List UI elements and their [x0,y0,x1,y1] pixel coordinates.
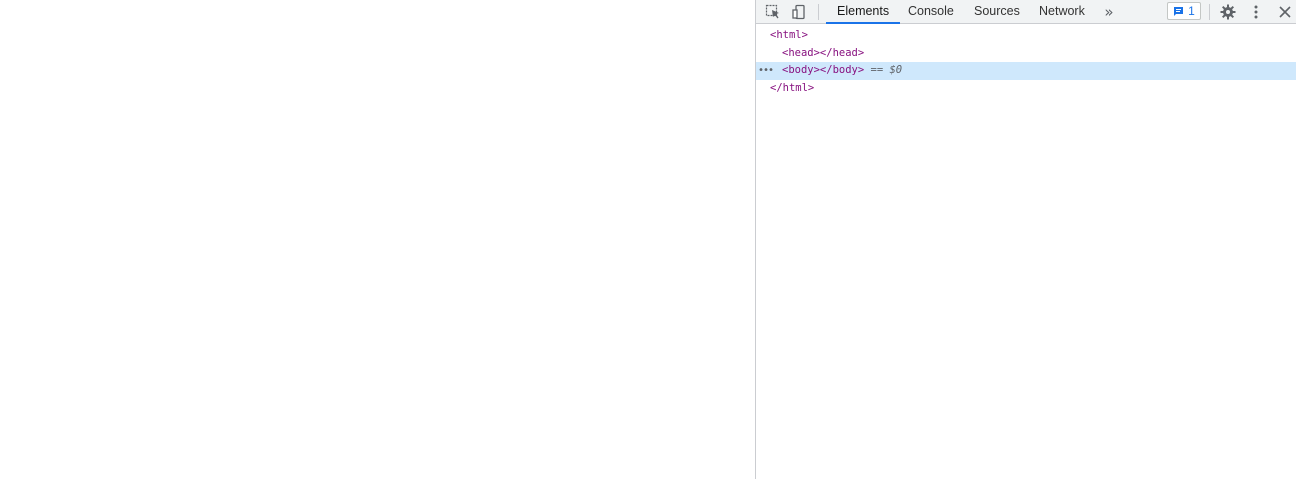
dom-node-body[interactable]: ••• <body></body> == $0 [756,62,1296,80]
issues-icon [1173,6,1184,17]
tab-network[interactable]: Network [1028,0,1096,24]
toolbar-divider [818,4,819,20]
dom-node-head[interactable]: <head></head> [756,45,1296,63]
settings-gear-icon[interactable] [1219,3,1237,21]
dom-node-html-open[interactable]: <html> [756,27,1296,45]
tab-sources[interactable]: Sources [963,0,1031,24]
more-vertical-icon[interactable] [1247,3,1265,21]
dom-tree: <html> <head></head> ••• <body></body> =… [756,27,1296,97]
close-icon[interactable] [1276,3,1294,21]
row-menu-icon[interactable]: ••• [758,62,774,80]
dom-tag-head: <head></head> [782,46,865,59]
toolbar-divider-right [1209,4,1210,20]
dom-tag-html-close: </html> [770,81,815,94]
tab-elements[interactable]: Elements [826,0,901,24]
dom-tag-html-open: <html> [770,29,808,41]
page-viewport [0,0,755,479]
devtools-toolbar: Elements Console Sources Network » 1 [756,0,1296,24]
tab-console[interactable]: Console [897,0,965,24]
more-tabs-chevron-icon[interactable]: » [1100,3,1118,21]
device-toolbar-icon[interactable] [790,3,808,21]
dom-tag-body: <body></body> [782,64,865,76]
issues-button[interactable]: 1 [1167,2,1201,20]
dom-node-html-close[interactable]: </html> [756,80,1296,98]
selected-node-marker: == $0 [870,64,903,76]
inspect-element-icon[interactable] [764,3,782,21]
devtools-panel: Elements Console Sources Network » 1 <ht… [755,0,1296,479]
issues-count: 1 [1188,4,1195,18]
